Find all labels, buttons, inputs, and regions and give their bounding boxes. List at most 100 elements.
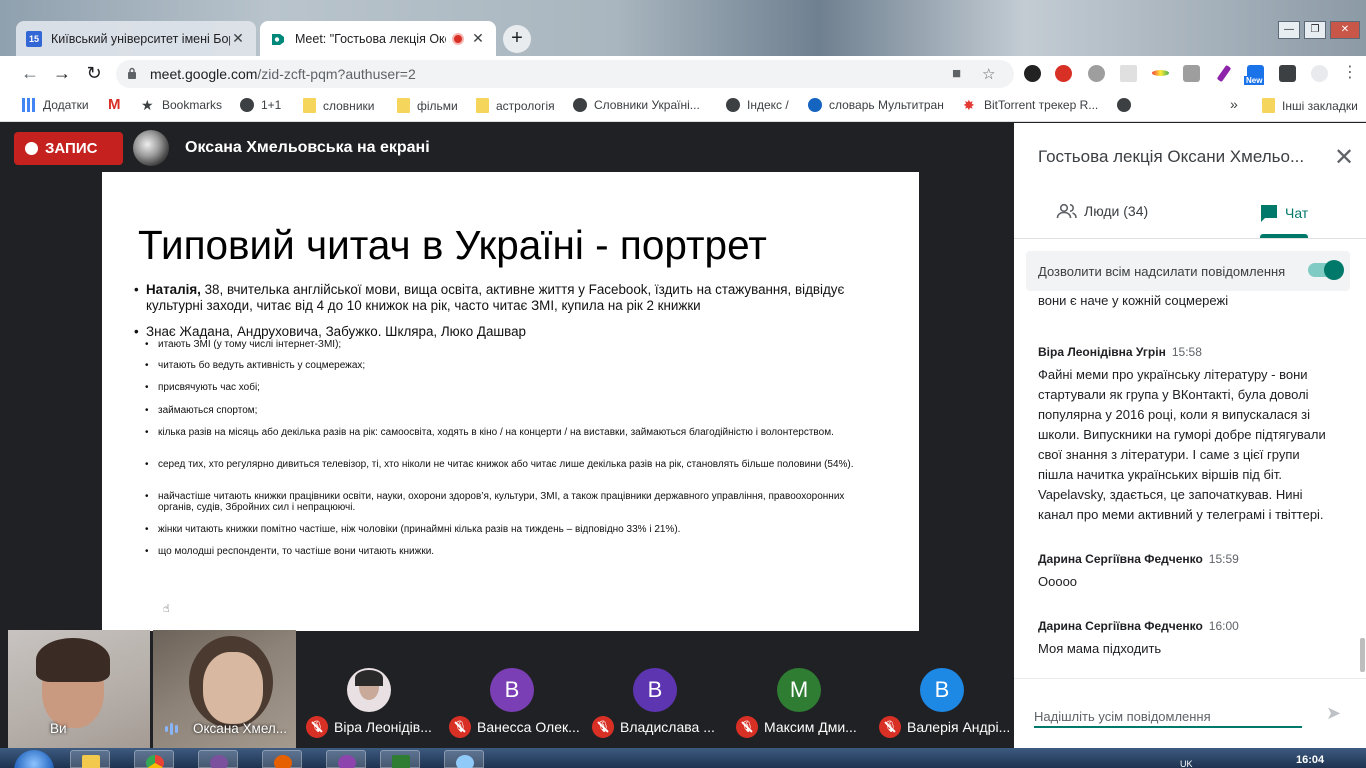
mic-off-icon: 🎙 [306, 716, 328, 738]
record-dot-icon [25, 142, 38, 155]
bookmark-apps[interactable]: Додатки [22, 98, 89, 112]
browser-tab-meet[interactable]: Meet: "Гостьова лекція Окса ✕ [260, 21, 496, 56]
send-icon[interactable]: ➤ [1326, 703, 1341, 724]
taskbar-podcast[interactable] [326, 750, 366, 768]
chat-message-text: Моя мама підходить [1038, 641, 1162, 656]
tab-people[interactable]: Люди (34) [1056, 203, 1148, 219]
bookmark-dictionaries-ukraine[interactable]: Словники Україні... [573, 98, 700, 112]
bookmark-folder-astrology[interactable]: астрологія [476, 98, 555, 113]
drive-extension-icon[interactable] [1183, 65, 1200, 82]
forward-arrow-icon[interactable]: → [52, 63, 72, 83]
close-window-icon[interactable]: ✕ [1330, 21, 1360, 39]
taskbar-app-green[interactable] [380, 750, 420, 768]
back-arrow-icon[interactable]: ← [20, 63, 40, 83]
bookmark-label: BitTorrent трекер R... [984, 98, 1099, 112]
new-tab-button[interactable]: + [503, 25, 531, 53]
chat-messages: вони є наче у кожній соцмережі Віра Леон… [1014, 293, 1366, 678]
minimize-window-icon[interactable]: — [1278, 21, 1300, 39]
extension-page-icon[interactable] [1120, 65, 1137, 82]
address-bar[interactable]: meet.google.com/zid-zcft-pqm?authuser=2 … [116, 60, 1014, 88]
slide-bullet: Знає Жадана, Андруховича, Забужко. Шкляр… [134, 324, 886, 340]
slide-small-bullet: займаються спортом; [145, 405, 878, 416]
slide-small-bullet: читають бо ведуть активність у соцмережа… [145, 360, 878, 371]
allow-messages-toggle[interactable] [1308, 260, 1344, 280]
participant-tile[interactable]: 🎙 Віра Леонідів... [298, 630, 441, 748]
torrent-icon: ✸ [963, 97, 975, 113]
tab-title: Meet: "Гостьова лекція Окса [295, 31, 446, 46]
participant-label: 🎙 Віра Леонідів... [306, 716, 441, 738]
extensions-puzzle-icon[interactable] [1279, 65, 1296, 82]
rainbow-extension-icon[interactable] [1152, 70, 1169, 76]
adblock-icon[interactable] [1055, 65, 1072, 82]
folder-icon [303, 98, 316, 113]
maximize-window-icon[interactable]: ❐ [1304, 21, 1326, 39]
taskbar-chrome[interactable] [134, 750, 174, 768]
bookmark-multitran[interactable]: словарь Мультитран [808, 98, 944, 112]
system-clock[interactable]: 16:04 [1296, 754, 1324, 766]
tab-chat[interactable]: Чат [1259, 203, 1308, 223]
reload-icon[interactable]: ↻ [84, 63, 104, 83]
extension-gear-icon[interactable] [1088, 65, 1105, 82]
participant-name: Владислава ... [620, 719, 715, 735]
bookmark-star-icon[interactable]: ☆ [982, 65, 995, 83]
presenter-camera-label: Оксана Хмел... [193, 721, 288, 736]
chat-message-text: вони є наче у кожній соцмережі [1038, 293, 1229, 308]
mic-off-icon: 🎙 [449, 716, 471, 738]
profile-avatar[interactable] [1311, 65, 1328, 82]
camera-permission-icon[interactable]: ■ [952, 65, 961, 82]
input-language[interactable]: UK [1180, 759, 1193, 768]
bookmark-other[interactable]: Інші закладки [1262, 98, 1358, 113]
more-bookmarks-button[interactable]: » [1230, 96, 1238, 112]
extension-dark-icon[interactable] [1024, 65, 1041, 82]
taskbar-explorer[interactable] [70, 750, 110, 768]
bookmark-label: фільми [417, 98, 458, 113]
bookmark-gmail[interactable]: M [108, 96, 129, 113]
paint-icon [456, 755, 474, 768]
taskbar-paint[interactable] [444, 750, 484, 768]
slide-bullet-bold: Наталія, [146, 282, 201, 297]
chat-message-partial: вони є наче у кожній соцмережі [1038, 293, 1338, 311]
chat-message-author: Віра Леонідівна Угрін [1038, 345, 1166, 359]
tab-close-icon[interactable]: ✕ [470, 30, 486, 47]
pen-extension-icon[interactable] [1216, 64, 1232, 83]
presenter-camera-tile[interactable]: Оксана Хмел... [153, 630, 296, 748]
chat-message-text: Ооооо [1038, 574, 1078, 589]
meet-stage: ЗАПИС Оксана Хмельовська на екрані Типов… [8, 123, 1014, 748]
bookmark-index[interactable]: Індекс / [726, 98, 789, 112]
menu-kebab-icon[interactable]: ⋮ [1340, 63, 1360, 83]
chat-scrollbar[interactable] [1360, 638, 1365, 672]
speaking-indicator-icon [165, 723, 178, 735]
bookmark-1plus1[interactable]: 1+1 [240, 98, 281, 112]
bookmark-bittorrent[interactable]: ✸ BitTorrent трекер R... [963, 98, 1098, 112]
tab-close-icon[interactable]: ✕ [230, 30, 246, 47]
chat-message-time: 15:58 [1171, 345, 1202, 359]
recording-indicator-icon [452, 32, 464, 45]
participant-tile[interactable]: М 🎙 Максим Дми... [728, 630, 871, 748]
folder-icon [1262, 98, 1275, 113]
start-button[interactable] [14, 750, 54, 768]
participant-tile[interactable]: В 🎙 Валерія Андрі... [871, 630, 1014, 748]
participant-avatar [347, 668, 391, 712]
bookmark-folder-dictionaries[interactable]: словники [303, 98, 374, 113]
participant-tile[interactable]: В 🎙 Владислава ... [584, 630, 727, 748]
presenter-video-face [203, 652, 263, 724]
slide-small-bullet: найчастіше читають книжки працівники осв… [145, 491, 878, 513]
taskbar-firefox[interactable] [262, 750, 302, 768]
slide-small-bullet: присвячують час хобі; [145, 382, 878, 393]
self-camera-tile[interactable]: Ви [8, 630, 150, 748]
bookmark-folder-films[interactable]: фільми [397, 98, 458, 113]
presentation-slide: Типовий читач в Україні - портрет Наталі… [102, 172, 919, 631]
globe-icon [1117, 98, 1131, 112]
chat-message-input[interactable] [1034, 706, 1302, 728]
recording-badge: ЗАПИС [14, 132, 123, 165]
taskbar-viber[interactable] [198, 750, 238, 768]
compose-divider [1014, 678, 1366, 679]
browser-tab-university[interactable]: 15 Київський університет імені Бор ✕ [16, 21, 256, 56]
participant-tile[interactable]: В 🎙 Ванесса Олек... [441, 630, 584, 748]
bookmark-bookmarks[interactable]: ★ Bookmarks [141, 98, 222, 112]
bookmark-globe[interactable] [1117, 98, 1138, 112]
app-window-icon [392, 755, 410, 768]
gmail-icon: M [108, 96, 121, 113]
tab-people-label: Люди (34) [1084, 203, 1149, 219]
close-panel-icon[interactable]: ✕ [1334, 143, 1354, 172]
